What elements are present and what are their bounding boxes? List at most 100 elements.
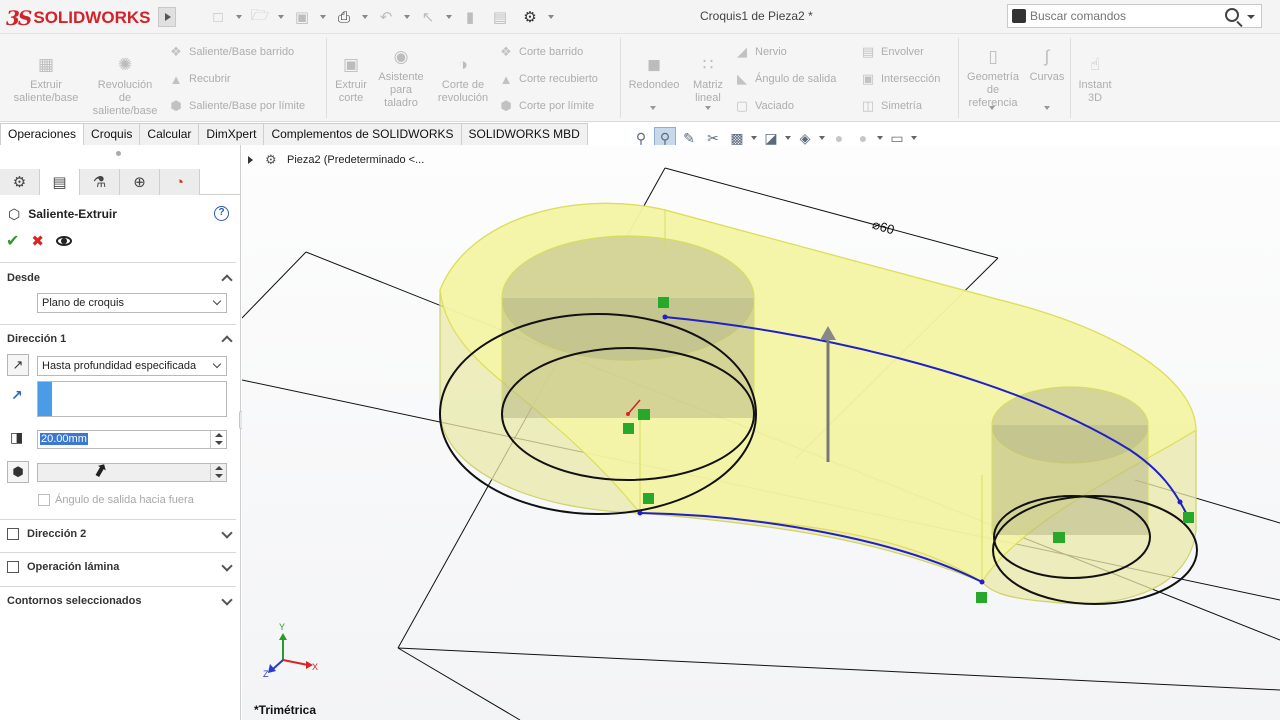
curves-dropdown-icon[interactable]	[1044, 106, 1050, 110]
preview-eye-icon[interactable]	[55, 236, 72, 246]
display-manager-tab-icon[interactable]: ◔	[160, 169, 200, 195]
tab-solidworks-mbd[interactable]: SOLIDWORKS MBD	[460, 123, 588, 145]
dimxpert-manager-tab-icon[interactable]: ⊕	[120, 169, 160, 195]
solidworks-logo[interactable]: 3S SOLIDWORKS	[6, 6, 156, 30]
menu-expand-arrow-icon[interactable]	[158, 7, 176, 27]
boundary-boss-button[interactable]: ⬢ Saliente/Base por límite	[168, 97, 305, 115]
feature-tree-flyout[interactable]: ⚙ Pieza2 (Predeterminado <...	[248, 153, 424, 167]
direction2-checkbox[interactable]	[7, 528, 19, 540]
new-document-icon[interactable]: □	[205, 5, 231, 29]
selected-contours-label[interactable]: Contornos seleccionados	[7, 595, 141, 607]
tab-croquis[interactable]: Croquis	[83, 123, 141, 145]
revolved-boss-button[interactable]: ✺ Revolución de saliente/base	[86, 52, 164, 118]
reference-geometry-button[interactable]: ▯ Geometría de referencia	[962, 44, 1024, 110]
feature-manager-tab-icon[interactable]: ⚙	[0, 169, 40, 195]
pattern-dropdown-icon[interactable]	[705, 106, 711, 110]
fillet-dropdown-icon[interactable]	[650, 106, 656, 110]
search-input[interactable]	[1030, 9, 1220, 23]
mirror-button[interactable]: ◫ Simetría	[860, 97, 922, 115]
swept-boss-button[interactable]: ❖ Saliente/Base barrido	[168, 43, 294, 61]
model-scene[interactable]: ⌀60 Y X Z	[242, 145, 1280, 720]
ok-check-icon[interactable]: ✔	[6, 231, 19, 251]
thin-feature-row[interactable]: Operación lámina	[7, 561, 119, 573]
depth-input[interactable]: 20.00mm	[37, 430, 227, 449]
selected-contours-expand-chevron-icon[interactable]	[221, 594, 233, 606]
from-select[interactable]: Plano de croquis	[37, 293, 227, 313]
options-gear-icon[interactable]: ⚙	[517, 5, 543, 29]
help-icon[interactable]: ?	[214, 206, 229, 221]
search-commands-box[interactable]	[1007, 4, 1262, 28]
tab-calcular[interactable]: Calcular	[139, 123, 200, 145]
direction2-expand-chevron-icon[interactable]	[221, 527, 233, 539]
wrap-button[interactable]: ▤ Envolver	[860, 43, 924, 61]
intersect-button[interactable]: ▣ Intersección	[860, 70, 940, 88]
search-dropdown-icon[interactable]	[1247, 15, 1255, 19]
direction2-row[interactable]: Dirección 2	[7, 528, 86, 540]
print-icon[interactable]: ⎙	[331, 5, 357, 29]
swept-boss-label: Saliente/Base barrido	[189, 46, 295, 58]
linear-pattern-label: Matriz lineal	[693, 79, 723, 104]
linear-pattern-button[interactable]: ∷ Matriz lineal	[688, 52, 728, 105]
cancel-x-icon[interactable]: ✖	[31, 232, 44, 250]
new-dropdown-icon[interactable]	[235, 5, 243, 29]
graphics-area[interactable]: ⌀60 Y X Z ⚙ Pieza2 (Predeterminado <... …	[242, 145, 1280, 720]
lofted-cut-label: Corte recubierto	[519, 73, 598, 85]
diameter-dimension[interactable]: ⌀60	[871, 217, 897, 238]
options-dropdown-icon[interactable]	[547, 5, 555, 29]
draft-angle-input[interactable]	[37, 463, 227, 482]
undo-dropdown-icon[interactable]	[403, 5, 411, 29]
search-icon[interactable]	[1225, 8, 1239, 22]
rebuild-icon[interactable]: ▮	[457, 5, 483, 29]
panel-grip[interactable]	[116, 151, 121, 156]
tab-operaciones[interactable]: Operaciones	[0, 123, 85, 145]
extruded-cut-button[interactable]: ▣ Extruir corte	[330, 52, 372, 105]
lofted-cut-button[interactable]: ▲ Corte recubierto	[498, 70, 598, 88]
expand-triangle-icon[interactable]	[248, 156, 253, 164]
revolved-cut-button[interactable]: ◑ Corte de revolución	[432, 52, 494, 105]
open-dropdown-icon[interactable]	[277, 5, 285, 29]
hole-wizard-button[interactable]: ◉ Asistente para taladro	[374, 44, 428, 110]
curves-button[interactable]: ∫ Curvas	[1026, 44, 1068, 84]
draft-outward-row[interactable]: Ángulo de salida hacia fuera	[38, 494, 194, 506]
from-collapse-chevron-icon[interactable]	[221, 274, 233, 286]
file-properties-icon[interactable]: ▤	[487, 5, 513, 29]
direction1-section-label[interactable]: Dirección 1	[7, 333, 66, 345]
property-manager-tab-icon[interactable]: ▤	[40, 169, 80, 195]
draft-outward-checkbox[interactable]	[38, 494, 50, 506]
intersect-label: Intersección	[881, 73, 941, 85]
manager-tabs: ⚙ ▤ ⚗ ⊕ ◔	[0, 169, 241, 195]
tab-dimxpert[interactable]: DimXpert	[198, 123, 265, 145]
undo-icon[interactable]: ↶	[373, 5, 399, 29]
shell-label: Vaciado	[755, 100, 794, 112]
instant3d-button[interactable]: ☝ Instant 3D	[1074, 52, 1116, 105]
draft-on-off-icon[interactable]: ⬢	[7, 461, 29, 483]
boundary-cut-button[interactable]: ⬢ Corte por límite	[498, 97, 594, 115]
select-dropdown-icon[interactable]	[445, 5, 453, 29]
open-folder-icon[interactable]: 🗁	[247, 5, 273, 29]
direction1-collapse-chevron-icon[interactable]	[221, 335, 233, 347]
fillet-button[interactable]: ◼ Redondeo	[624, 52, 684, 92]
search-scope-icon[interactable]	[1008, 5, 1030, 27]
rib-button[interactable]: ◢ Nervio	[734, 43, 787, 61]
end-condition-select[interactable]: Hasta profundidad especificada	[37, 356, 227, 376]
extruded-boss-button[interactable]: ▦ Extruir saliente/base	[8, 52, 84, 105]
configuration-manager-tab-icon[interactable]: ⚗	[80, 169, 120, 195]
depth-spinner-icon[interactable]	[210, 431, 226, 448]
shell-button[interactable]: ▢ Vaciado	[734, 97, 794, 115]
save-dropdown-icon[interactable]	[319, 5, 327, 29]
draft-button[interactable]: ◣ Ángulo de salida	[734, 70, 836, 88]
print-dropdown-icon[interactable]	[361, 5, 369, 29]
tab-complementos[interactable]: Complementos de SOLIDWORKS	[263, 123, 462, 145]
lofted-boss-button[interactable]: ▲ Recubrir	[168, 70, 231, 88]
from-section-label[interactable]: Desde	[7, 272, 40, 284]
reverse-direction-icon[interactable]: ↗	[7, 354, 29, 376]
select-arrow-icon[interactable]: ↖	[415, 5, 441, 29]
direction-reference-box[interactable]	[37, 381, 227, 417]
thin-feature-checkbox[interactable]	[7, 561, 19, 573]
depth-icon: ◨	[10, 429, 24, 445]
thin-feature-expand-chevron-icon[interactable]	[221, 560, 233, 572]
save-icon[interactable]: ▣	[289, 5, 315, 29]
swept-cut-button[interactable]: ❖ Corte barrido	[498, 43, 583, 61]
reference-geometry-dropdown-icon[interactable]	[989, 106, 995, 110]
draft-angle-spinner-icon[interactable]	[210, 464, 226, 481]
